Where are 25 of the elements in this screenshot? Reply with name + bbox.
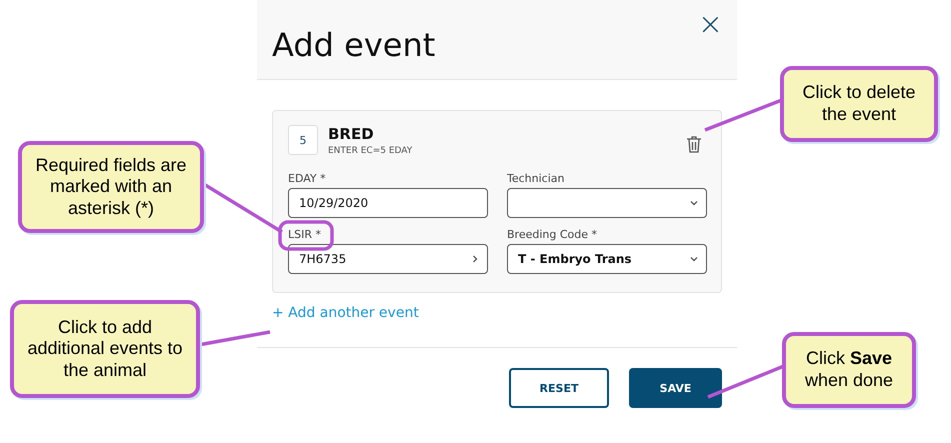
callout-note: Click to delete the event (780, 66, 938, 142)
callout-note: Required fields are marked with an asterisk (*) (18, 141, 204, 233)
chevron-down-icon (690, 255, 698, 263)
delete-button[interactable] (686, 135, 702, 153)
event-instruction: ENTER EC=5 EDAY (328, 146, 414, 156)
input-field[interactable]: 7H6735 (288, 244, 488, 274)
chevron-right-icon (471, 255, 479, 263)
field-label: EDAY * (288, 172, 326, 185)
field-label: LSIR * (288, 228, 321, 241)
reset-button[interactable]: RESET (509, 368, 609, 408)
close-button[interactable]: × (698, 10, 723, 40)
event-name: BRED (328, 125, 375, 143)
trash-icon (686, 135, 702, 153)
callout-note: Click Save when done (782, 332, 916, 408)
highlight-ring (278, 220, 334, 251)
select-field[interactable] (507, 188, 707, 218)
field-label: Technician (507, 172, 564, 185)
field-label: Breeding Code * (507, 228, 598, 241)
event-number: 5 (288, 125, 318, 155)
dialog-title: Add event (272, 26, 436, 64)
select-field[interactable]: T - Embryo Trans (507, 244, 707, 274)
save-button[interactable]: SAVE (629, 368, 722, 408)
chevron-down-icon (690, 199, 698, 207)
input-field[interactable]: 10/29/2020 (288, 188, 488, 218)
callout-note: Click to add additional events to the animal (10, 300, 200, 398)
